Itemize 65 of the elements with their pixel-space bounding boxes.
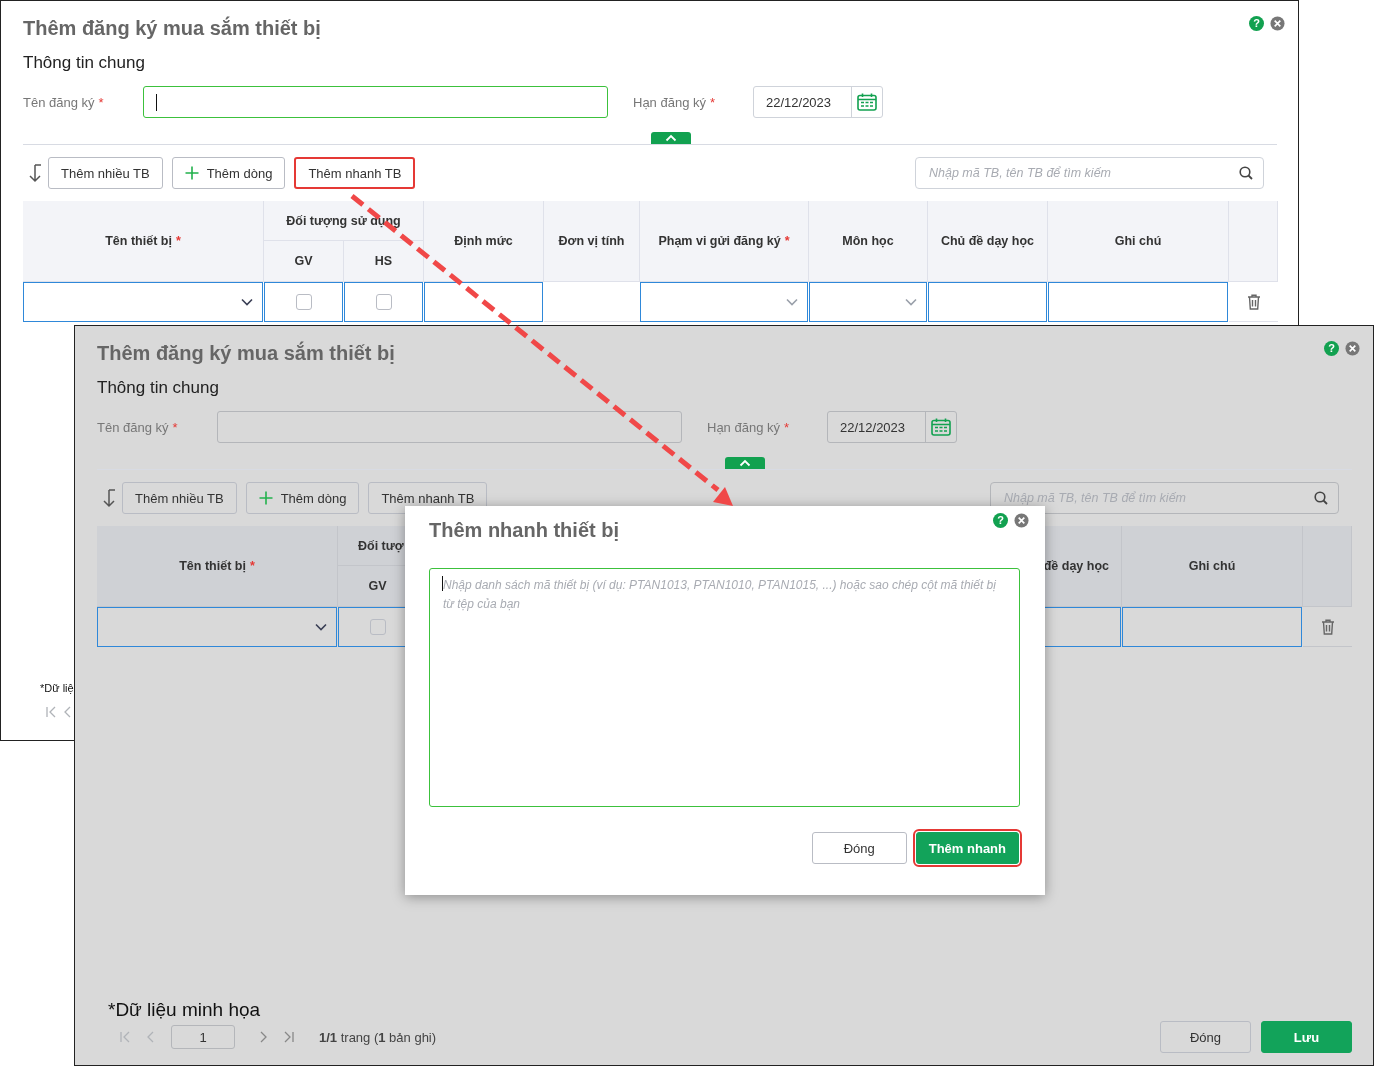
toolbar-button[interactable]: Thêm nhanh TB — [294, 157, 416, 189]
search-icon[interactable] — [1239, 166, 1253, 180]
text-field[interactable] — [928, 282, 1047, 322]
window-title: Thêm đăng ký mua sắm thiết bị — [23, 15, 321, 41]
dropdown-field[interactable] — [809, 282, 927, 322]
column-header: Ghi chú — [1122, 526, 1303, 607]
checkbox[interactable] — [295, 294, 312, 310]
collapse-button[interactable] — [651, 132, 691, 144]
page-summary: 1/1 trang (1 bản ghi) — [319, 1029, 437, 1045]
column-header: Tên thiết bị * — [97, 526, 338, 607]
button[interactable]: Đóng — [1160, 1021, 1251, 1053]
column-header: Đơn vị tính — [544, 201, 640, 282]
dropdown-field[interactable] — [640, 282, 808, 322]
dropdown-field[interactable] — [23, 282, 263, 322]
footnote: *Dữ liệu minh họa — [108, 999, 262, 1021]
chevron-down-icon[interactable] — [315, 623, 327, 631]
text-field[interactable] — [1122, 607, 1302, 647]
text-field[interactable] — [1048, 282, 1228, 322]
toolbar-button[interactable]: Thêm nhiều TB — [122, 482, 237, 514]
chevron-up-icon[interactable] — [739, 459, 751, 467]
button[interactable]: Đóng — [811, 832, 907, 864]
column-header: Phạm vi gửi đăng ký * — [640, 201, 809, 282]
column-header: Tên thiết bị * — [23, 201, 264, 282]
field-label: Hạn đăng ký * — [707, 419, 791, 435]
sort-down-icon[interactable] — [27, 163, 43, 183]
close-icon[interactable] — [1345, 341, 1360, 356]
column-header: GV — [264, 241, 344, 282]
trash-icon[interactable] — [1246, 293, 1261, 310]
dropdown-field[interactable] — [97, 607, 337, 647]
search-icon[interactable] — [1314, 491, 1328, 505]
column-header: HS — [344, 241, 424, 282]
column-header: Môn học — [809, 201, 928, 282]
date-field[interactable]: 22/12/2023 — [827, 411, 957, 443]
last-page-icon[interactable] — [283, 1031, 295, 1043]
calendar-icon[interactable] — [931, 418, 951, 436]
checkbox[interactable] — [369, 619, 386, 635]
column-header: Định mức — [424, 201, 544, 282]
footnote: *Dữ liệ — [40, 681, 75, 696]
column-header: Ghi chú — [1048, 201, 1229, 282]
plus-icon — [184, 166, 199, 180]
sort-down-icon[interactable] — [101, 488, 117, 508]
page-field[interactable]: 1 — [171, 1025, 235, 1049]
toolbar-button[interactable]: Thêm dòng — [171, 157, 286, 189]
close-icon[interactable] — [1270, 16, 1285, 31]
calendar-icon[interactable] — [857, 93, 877, 111]
section-title: Thông tin chung — [23, 52, 146, 74]
checkbox[interactable] — [375, 294, 392, 310]
field-label: Hạn đăng ký * — [633, 94, 717, 110]
toolbar-button[interactable]: Thêm nhiều TB — [48, 157, 163, 189]
text-field[interactable] — [424, 282, 543, 322]
window-title: Thêm đăng ký mua sắm thiết bị — [97, 340, 395, 366]
field-label: Tên đăng ký * — [23, 94, 105, 110]
toolbar-button[interactable]: Thêm dòng — [245, 482, 360, 514]
input-field[interactable] — [143, 86, 608, 118]
column-header: Chủ đề dạy học — [928, 201, 1048, 282]
chevron-up-icon[interactable] — [665, 134, 677, 142]
trash-icon[interactable] — [1320, 618, 1335, 635]
plus-icon — [258, 491, 273, 505]
close-icon[interactable] — [1014, 513, 1029, 528]
date-field[interactable]: 22/12/2023 — [753, 86, 883, 118]
collapse-button[interactable] — [725, 457, 765, 469]
input-field[interactable] — [217, 411, 682, 443]
section-title: Thông tin chung — [97, 377, 220, 399]
chevron-down-icon[interactable] — [241, 298, 253, 306]
field-label: Tên đăng ký * — [97, 419, 179, 435]
